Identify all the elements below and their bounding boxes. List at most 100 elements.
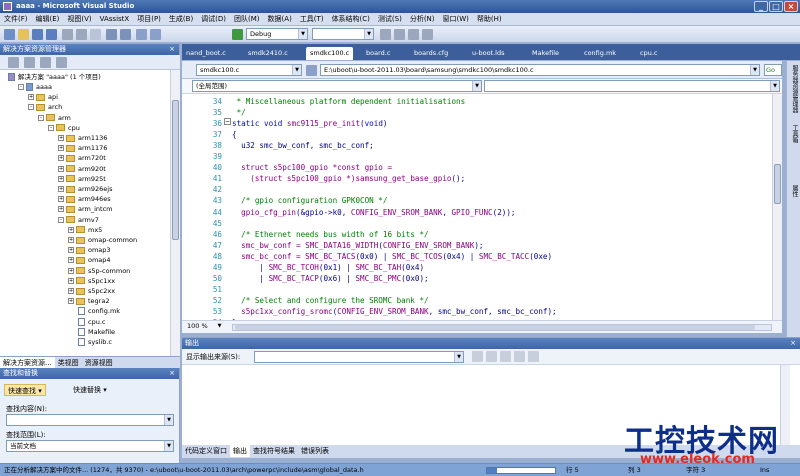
zoom-dropdown[interactable]: 100 % ▼ (184, 321, 224, 333)
expand-toggle-icon[interactable]: + (58, 196, 64, 203)
document-tab[interactable]: cpu.c (640, 47, 657, 60)
copy-icon[interactable] (76, 29, 87, 40)
minimize-button[interactable]: _ (754, 1, 768, 12)
expand-toggle-icon[interactable]: - (28, 104, 34, 111)
side-tool-tab[interactable]: 属性 (789, 185, 799, 197)
tree-item[interactable]: + arm1176 (58, 143, 107, 153)
menu-item[interactable]: 文件(F) (0, 13, 32, 26)
expand-toggle-icon[interactable]: - (58, 216, 64, 223)
code-line[interactable]: */ (232, 107, 246, 118)
tree-item[interactable]: + s5pc1xx (68, 276, 115, 286)
code-line[interactable]: | SMC_BC_TCOH(0x1) | SMC_BC_TAH(0x4) (232, 262, 424, 273)
expand-toggle-icon[interactable]: - (48, 124, 54, 131)
code-line[interactable]: u32 smc_bw_conf, smc_bc_conf; (232, 140, 374, 151)
tree-item[interactable]: - armv7 (58, 215, 99, 225)
menu-item[interactable]: 窗口(W) (439, 13, 473, 26)
expand-toggle-icon[interactable]: + (68, 237, 74, 243)
tree-item[interactable]: + arm1136 (58, 133, 107, 143)
code-line[interactable]: /* Ethernet needs bus width of 16 bits *… (232, 229, 428, 240)
code-line[interactable]: smc_bw_conf = SMC_DATA16_WIDTH(CONFIG_EN… (232, 240, 483, 251)
tree-item[interactable]: + arm920t (58, 164, 106, 174)
menu-item[interactable]: 视图(V) (63, 13, 95, 26)
find-message-icon[interactable] (472, 351, 483, 362)
code-line[interactable]: /* gpio configuration GPK0CON */ (232, 195, 387, 206)
tree-item[interactable]: Makefile (68, 327, 115, 337)
document-tab[interactable]: smdk2410.c (248, 47, 288, 60)
output-source-dropdown[interactable]: ▼ (254, 351, 464, 363)
find-what-input[interactable]: ▼ (6, 414, 174, 426)
expand-toggle-icon[interactable]: + (58, 145, 64, 152)
scrollbar-thumb[interactable] (235, 325, 755, 330)
close-button[interactable]: × (784, 1, 798, 12)
menu-item[interactable]: 编辑(E) (32, 13, 64, 26)
platform-dropdown[interactable]: ▼ (312, 28, 374, 40)
menu-item[interactable]: 数据(A) (264, 13, 296, 26)
navigate-back-icon[interactable] (136, 29, 147, 40)
word-wrap-icon[interactable] (528, 351, 539, 362)
file-dropdown[interactable]: smdkc100.c ▼ (196, 64, 302, 76)
document-tab[interactable]: boards.cfg (414, 47, 448, 60)
solution-config-dropdown[interactable]: Debug ▼ (246, 28, 308, 40)
previous-message-icon[interactable] (486, 351, 497, 362)
code-editor[interactable]: 34 * Miscellaneous platform dependent in… (182, 94, 772, 320)
navigate-forward-icon[interactable] (150, 29, 161, 40)
tree-item[interactable]: - arm (38, 113, 71, 123)
path-dropdown[interactable]: E:\uboot\u-boot-2011.03\board\samsung\sm… (320, 64, 760, 76)
side-tool-tab[interactable]: 服务器资源管理器 (789, 65, 799, 113)
code-line[interactable]: gpio_cfg_pin(&gpio->k0, CONFIG_ENV_SROM_… (232, 207, 515, 218)
expand-toggle-icon[interactable]: + (68, 298, 74, 305)
tree-item[interactable]: + arm926ejs (58, 184, 112, 194)
tree-item[interactable]: + arm946es (58, 194, 111, 204)
expand-toggle-icon[interactable]: - (18, 84, 24, 90)
refresh-icon[interactable] (40, 57, 51, 68)
navigate-back-icon[interactable] (306, 65, 317, 76)
bottom-tab[interactable]: 查找符号结果 (250, 445, 298, 457)
save-all-icon[interactable] (46, 29, 57, 40)
tree-item[interactable]: + omap-common (68, 235, 137, 245)
tree-item[interactable]: - cpu (48, 123, 80, 133)
expand-toggle-icon[interactable]: + (58, 206, 64, 213)
document-tab[interactable]: board.c (366, 47, 390, 60)
expand-toggle-icon[interactable]: + (58, 165, 64, 172)
menu-item[interactable]: 团队(M) (230, 13, 264, 26)
tree-item[interactable]: + tegra2 (68, 296, 109, 306)
tree-item[interactable]: + arm925t (58, 174, 106, 184)
side-tool-tab[interactable]: 工具箱 (789, 125, 799, 143)
menu-item[interactable]: 测试(S) (374, 13, 406, 26)
horizontal-scrollbar[interactable] (232, 324, 772, 331)
code-line[interactable]: | SMC_BC_TACP(0x6) | SMC_BC_PMC(0x0); (232, 273, 428, 284)
clear-all-icon[interactable] (514, 351, 525, 362)
expand-toggle-icon[interactable]: + (58, 155, 64, 162)
expand-toggle-icon[interactable]: + (68, 226, 74, 233)
save-icon[interactable] (32, 29, 43, 40)
document-tab[interactable]: smdkc100.c (306, 47, 354, 60)
menu-item[interactable]: 体系结构(C) (328, 13, 374, 26)
outline-collapse-icon[interactable]: − (224, 118, 231, 125)
code-line[interactable]: { (232, 129, 237, 140)
toolbox-icon[interactable] (422, 29, 433, 40)
find-in-files-icon[interactable] (380, 29, 391, 40)
tree-item[interactable]: - aaaa (18, 82, 52, 92)
expand-toggle-icon[interactable]: + (68, 288, 74, 294)
next-message-icon[interactable] (500, 351, 511, 362)
tree-item[interactable]: - arch (28, 102, 62, 112)
expand-toggle-icon[interactable]: + (58, 175, 64, 182)
code-line[interactable]: * Miscellaneous platform dependent initi… (232, 96, 466, 107)
go-button[interactable]: Go (764, 64, 782, 76)
quick-replace-button[interactable]: 快速替换 ▾ (70, 384, 110, 396)
bottom-tab[interactable]: 错误列表 (298, 445, 332, 457)
new-project-icon[interactable] (4, 29, 15, 40)
expand-toggle-icon[interactable]: + (58, 186, 64, 192)
document-tab[interactable]: nand_boot.c (186, 47, 226, 60)
close-icon[interactable]: × (169, 368, 175, 379)
document-tab[interactable]: config.mk (584, 47, 616, 60)
menu-item[interactable]: 帮助(H) (473, 13, 506, 26)
tree-item[interactable]: + s5p-common (68, 266, 130, 276)
member-dropdown[interactable]: ▼ (484, 80, 780, 92)
expand-toggle-icon[interactable]: + (28, 94, 34, 101)
properties-icon[interactable] (408, 29, 419, 40)
code-line[interactable]: /* Select and configure the SROMC bank *… (232, 295, 428, 306)
menu-item[interactable]: 调试(D) (197, 13, 230, 26)
bottom-tab[interactable]: 代码定义窗口 (182, 445, 230, 457)
expand-toggle-icon[interactable]: - (38, 114, 44, 121)
